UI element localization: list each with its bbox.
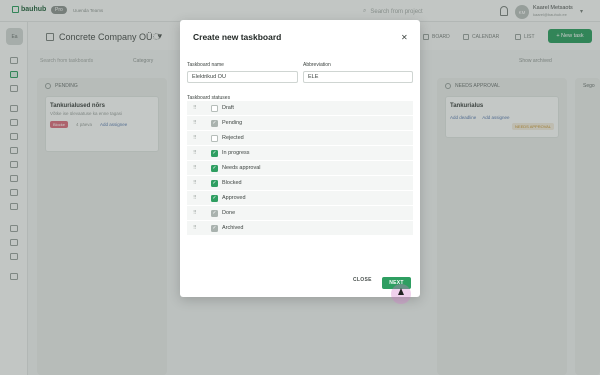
drag-handle-icon[interactable]: ⠿ (193, 225, 201, 231)
status-checkbox[interactable] (211, 134, 218, 142)
status-checkbox: ✓ (211, 209, 218, 217)
taskboard-name-label: Taskboard name (187, 62, 224, 68)
status-row[interactable]: ⠿ Draft (187, 101, 413, 116)
status-row[interactable]: ⠿ ✓ Done (187, 206, 413, 221)
status-row[interactable]: ⠿ ✓ Approved (187, 191, 413, 206)
modal-title: Create new taskboard (193, 32, 282, 42)
status-row[interactable]: ⠿ ✓ Pending (187, 116, 413, 131)
drag-handle-icon[interactable]: ⠿ (193, 105, 201, 111)
status-list: ⠿ Draft ⠿ ✓ Pending ⠿ Rejected ⠿ ✓ In progress ⠿ ✓ N… (187, 101, 413, 236)
drag-handle-icon[interactable]: ⠿ (193, 195, 201, 201)
close-button[interactable]: CLOSE (353, 277, 372, 283)
status-checkbox[interactable]: ✓ (211, 164, 218, 172)
drag-handle-icon[interactable]: ⠿ (193, 180, 201, 186)
status-label: Draft (222, 105, 234, 111)
status-label: Needs approval (222, 165, 261, 171)
status-checkbox[interactable] (211, 104, 218, 112)
status-label: Blocked (222, 180, 242, 186)
drag-handle-icon[interactable]: ⠿ (193, 210, 201, 216)
mouse-cursor-icon (398, 288, 404, 295)
status-label: Approved (222, 195, 246, 201)
status-checkbox[interactable]: ✓ (211, 194, 218, 202)
status-row[interactable]: ⠿ ✓ Blocked (187, 176, 413, 191)
status-checkbox: ✓ (211, 119, 218, 127)
close-icon[interactable]: ✕ (401, 33, 408, 42)
status-label: Pending (222, 120, 243, 126)
status-checkbox[interactable]: ✓ (211, 149, 218, 157)
drag-handle-icon[interactable]: ⠿ (193, 165, 201, 171)
drag-handle-icon[interactable]: ⠿ (193, 120, 201, 126)
status-label: Rejected (222, 135, 244, 141)
status-label: In progress (222, 150, 250, 156)
drag-handle-icon[interactable]: ⠿ (193, 150, 201, 156)
abbreviation-input[interactable] (303, 71, 413, 83)
status-checkbox[interactable]: ✓ (211, 179, 218, 187)
status-row[interactable]: ⠿ ✓ In progress (187, 146, 413, 161)
status-label: Archived (222, 225, 244, 231)
abbreviation-label: Abbreviation (303, 62, 331, 68)
status-label: Done (222, 210, 236, 216)
status-checkbox: ✓ (211, 224, 218, 232)
status-row[interactable]: ⠿ ✓ Archived (187, 221, 413, 236)
create-taskboard-modal: Create new taskboard ✕ Taskboard name Ab… (180, 20, 420, 297)
taskboard-name-input[interactable] (187, 71, 298, 83)
drag-handle-icon[interactable]: ⠿ (193, 135, 201, 141)
status-row[interactable]: ⠿ Rejected (187, 131, 413, 146)
status-row[interactable]: ⠿ ✓ Needs approval (187, 161, 413, 176)
